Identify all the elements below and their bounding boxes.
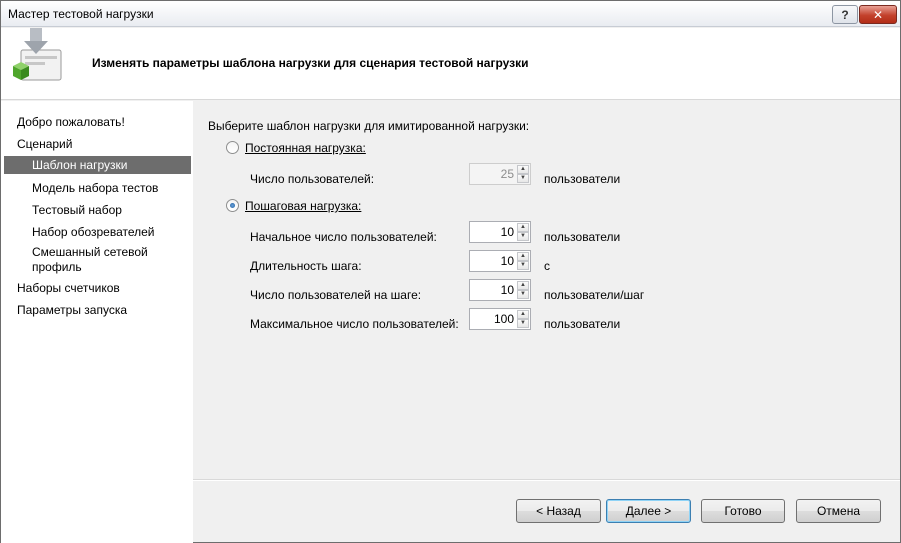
stepper-arrows: ▲ ▼ [517, 223, 529, 241]
step-duration-value: 10 [500, 254, 514, 268]
step-duration-stepper[interactable]: 10 ▲ ▼ [469, 250, 531, 272]
sidebar-item-label: Добро пожаловать! [17, 115, 125, 129]
stepper-arrows: ▲ ▼ [517, 165, 529, 183]
back-button[interactable]: < Назад [516, 499, 601, 523]
sidebar-item-label: Шаблон нагрузки [32, 158, 128, 172]
sidebar-item-browser-mix[interactable]: Набор обозревателей [1, 225, 191, 240]
cancel-button[interactable]: Отмена [796, 499, 881, 523]
wizard-steps-sidebar: Добро пожаловать! Сценарий Шаблон нагруз… [1, 101, 193, 543]
sidebar-item-network-mix[interactable]: Смешанный сетевой профиль [1, 245, 191, 275]
step-users-unit: пользователи/шаг [544, 288, 645, 302]
sidebar-item-test-mix-model[interactable]: Модель набора тестов [1, 181, 191, 196]
sidebar-item-counter-sets[interactable]: Наборы счетчиков [1, 281, 191, 296]
chevron-down-icon[interactable]: ▼ [517, 261, 529, 270]
step-users-value: 10 [500, 283, 514, 297]
initial-users-unit: пользователи [544, 230, 621, 244]
wizard-footer: < Назад Далее > Готово Отмена [193, 481, 900, 542]
max-users-stepper[interactable]: 100 ▲ ▼ [469, 308, 531, 330]
step-users-label: Число пользователей на шаге: [250, 288, 422, 302]
constant-load-text: Постоянная нагрузка: [245, 141, 366, 155]
question-icon: ? [841, 7, 849, 22]
chevron-down-icon[interactable]: ▼ [517, 232, 529, 241]
constant-load-radio[interactable] [226, 141, 239, 154]
max-users-value: 100 [493, 312, 514, 326]
close-button[interactable]: ✕ [859, 5, 897, 24]
max-users-label: Максимальное число пользователей: [250, 317, 459, 331]
window-title: Мастер тестовой нагрузки [8, 7, 154, 21]
load-pattern-prompt: Выберите шаблон нагрузки для имитированн… [208, 119, 530, 133]
sidebar-item-label: Набор обозревателей [32, 225, 155, 239]
chevron-up-icon: ▲ [517, 165, 529, 174]
sidebar-item-label-line2: профиль [32, 260, 82, 274]
title-bar: Мастер тестовой нагрузки ? ✕ [1, 1, 900, 27]
chevron-down-icon[interactable]: ▼ [517, 319, 529, 328]
constant-users-value: 25 [500, 167, 514, 181]
chevron-down-icon: ▼ [517, 174, 529, 183]
stepper-arrows: ▲ ▼ [517, 281, 529, 299]
step-load-radio[interactable] [226, 199, 239, 212]
constant-users-stepper: 25 ▲ ▼ [469, 163, 531, 185]
close-icon: ✕ [872, 7, 884, 22]
sidebar-item-label: Параметры запуска [17, 303, 128, 317]
sidebar-item-label: Сценарий [17, 137, 73, 151]
constant-users-unit: пользователи [544, 172, 621, 186]
load-pattern-panel: Выберите шаблон нагрузки для имитированн… [193, 101, 900, 479]
step-duration-label: Длительность шага: [250, 259, 362, 273]
sidebar-item-label: Наборы счетчиков [17, 281, 120, 295]
constant-load-label[interactable]: Постоянная нагрузка: [245, 141, 366, 155]
step-load-label[interactable]: Пошаговая нагрузка: [245, 199, 361, 213]
page-heading: Изменять параметры шаблона нагрузки для … [92, 56, 529, 70]
wizard-window: Мастер тестовой нагрузки ? ✕ Изменять па… [0, 0, 901, 543]
step-load-text: Пошаговая нагрузка: [245, 199, 362, 213]
sidebar-item-label: Тестовый набор [32, 203, 122, 217]
finish-button[interactable]: Готово [701, 499, 785, 523]
step-users-stepper[interactable]: 10 ▲ ▼ [469, 279, 531, 301]
sidebar-item-label: Модель набора тестов [32, 181, 159, 195]
help-button[interactable]: ? [832, 5, 858, 24]
sidebar-item-scenario[interactable]: Сценарий [1, 137, 191, 152]
stepper-arrows: ▲ ▼ [517, 310, 529, 328]
chevron-up-icon[interactable]: ▲ [517, 281, 529, 290]
next-button[interactable]: Далее > [606, 499, 691, 523]
sidebar-item-run-settings[interactable]: Параметры запуска [1, 303, 191, 318]
chevron-up-icon[interactable]: ▲ [517, 223, 529, 232]
chevron-up-icon[interactable]: ▲ [517, 252, 529, 261]
load-test-wizard-icon [13, 28, 62, 81]
sidebar-item-load-pattern[interactable]: Шаблон нагрузки [4, 156, 191, 174]
chevron-down-icon[interactable]: ▼ [517, 290, 529, 299]
constant-users-label: Число пользователей: [250, 172, 375, 186]
initial-users-stepper[interactable]: 10 ▲ ▼ [469, 221, 531, 243]
sidebar-item-test-mix[interactable]: Тестовый набор [1, 203, 191, 218]
sidebar-item-welcome[interactable]: Добро пожаловать! [1, 115, 191, 130]
wizard-header: Изменять параметры шаблона нагрузки для … [1, 28, 900, 100]
max-users-unit: пользователи [544, 317, 621, 331]
step-duration-unit: с [544, 259, 550, 273]
initial-users-label: Начальное число пользователей: [250, 230, 437, 244]
sidebar-item-label-line1: Смешанный сетевой [32, 245, 148, 259]
stepper-arrows: ▲ ▼ [517, 252, 529, 270]
initial-users-value: 10 [500, 225, 514, 239]
chevron-up-icon[interactable]: ▲ [517, 310, 529, 319]
